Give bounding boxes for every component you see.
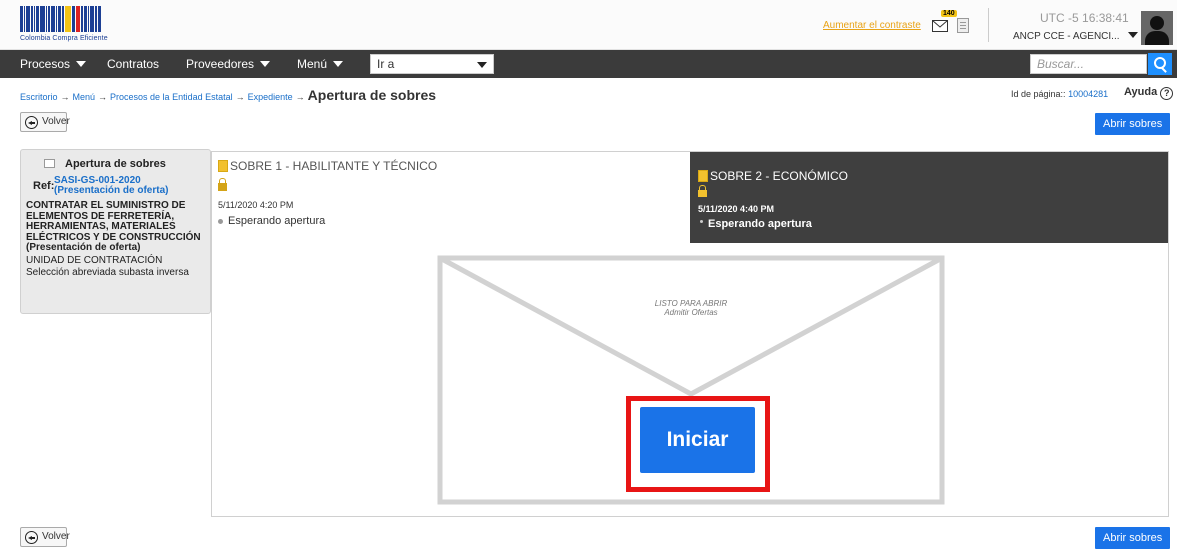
document-icon[interactable]: [957, 18, 969, 33]
timezone: UTC -5: [1040, 11, 1079, 25]
table-icon: [44, 159, 55, 168]
status-dot-icon: [700, 220, 703, 223]
reference-row: Ref: SASI-GS-001-2020 (Presentación de of…: [25, 176, 206, 200]
back-label: Volver: [42, 531, 70, 542]
breadcrumb: Escritorio → Menú → Procesos de la Entidad E…: [20, 87, 436, 103]
nav-label: Contratos: [107, 57, 160, 71]
info-title: Apertura de sobres: [25, 158, 206, 172]
process-modality: Selección abreviada subasta inversa: [26, 266, 189, 278]
breadcrumb-escritorio[interactable]: Escritorio: [20, 92, 58, 102]
arrow-left-circle-icon: [25, 531, 38, 544]
open-envelopes-button-top[interactable]: Abrir sobres: [1095, 113, 1171, 135]
nav-label: Menú: [297, 57, 328, 71]
search-icon[interactable]: [1148, 53, 1172, 75]
nav-proveedores[interactable]: Proveedores: [186, 57, 271, 71]
chevron-down-icon: [260, 61, 271, 67]
admit-offers-label: Admitir Ofertas: [664, 308, 718, 317]
arrow-right-icon: →: [235, 92, 245, 102]
breadcrumb-expediente[interactable]: Expediente: [248, 92, 293, 102]
envelope-icon: [218, 160, 228, 172]
page-id-value: 10004281: [1068, 89, 1109, 99]
nav-contratos[interactable]: Contratos: [107, 57, 159, 71]
sobre-1-status: Esperando apertura: [218, 215, 658, 227]
help-label: Ayuda: [1124, 86, 1158, 98]
clock: UTC -5 16:38:41: [1040, 11, 1129, 25]
chevron-down-icon: [477, 62, 487, 68]
agency-selector[interactable]: ANCP CCE - AGENCI...: [1013, 31, 1139, 42]
increase-contrast-link[interactable]: Aumentar el contraste: [823, 20, 921, 31]
goto-select[interactable]: Ir a: [370, 54, 494, 74]
goto-value: Ir a: [377, 57, 395, 71]
lock-icon: [218, 178, 227, 191]
agency-name: ANCP CCE - AGENCI...: [1013, 31, 1120, 42]
page-title: Apertura de sobres: [307, 87, 437, 103]
nav-menu[interactable]: Menú: [297, 57, 344, 71]
colombia-compra-logo[interactable]: Colombia Compra Eficiente: [20, 6, 122, 44]
logo-text: Colombia Compra Eficiente: [20, 35, 108, 42]
mail-count-badge: 140: [941, 10, 957, 17]
envelope-caption: LISTO PARA ABRIR Admitir Ofertas: [437, 299, 945, 317]
page-id: Id de página:: 10004281: [1011, 89, 1108, 99]
chevron-down-icon: [333, 61, 344, 67]
process-reference-link[interactable]: SASI-GS-001-2020 (Presentación de oferta): [54, 176, 168, 196]
ready-to-open-label: LISTO PARA ABRIR: [654, 299, 728, 308]
arrow-right-icon: →: [295, 92, 305, 102]
sobre-1-section: SOBRE 1 - HABILITANTE Y TÉCNICO 5/11/202…: [218, 159, 658, 249]
ref-label: Ref:: [33, 180, 55, 192]
sobre-2-section: SOBRE 2 - ECONÓMICO 5/11/2020 4:40 PM Es…: [690, 152, 1168, 243]
chevron-down-icon: [1128, 32, 1139, 38]
back-button-top[interactable]: Volver: [20, 112, 70, 132]
status-dot-icon: [218, 219, 223, 224]
sobre-2-title-text: SOBRE 2 - ECONÓMICO: [710, 169, 849, 183]
ref-subtitle: (Presentación de oferta): [54, 185, 169, 196]
envelope-icon: [698, 170, 708, 182]
sobre-1-date: 5/11/2020 4:20 PM: [218, 200, 294, 210]
arrow-right-icon: →: [98, 92, 108, 102]
time: 16:38:41: [1082, 11, 1129, 25]
sobre-2-status: Esperando apertura: [698, 218, 848, 230]
sobre-2-date: 5/11/2020 4:40 PM: [698, 204, 775, 214]
process-description: CONTRATAR EL SUMINISTRO DE ELEMENTOS DE …: [26, 200, 201, 253]
page-id-label: Id de página::: [1011, 89, 1066, 99]
sobre-1-title[interactable]: SOBRE 1 - HABILITANTE Y TÉCNICO: [218, 159, 658, 173]
sobre-2-status-text: Esperando apertura: [708, 218, 812, 230]
breadcrumb-procesos[interactable]: Procesos de la Entidad Estatal: [110, 92, 233, 102]
contracting-unit: UNIDAD DE CONTRATACIÓN: [26, 254, 163, 266]
help-button[interactable]: Ayuda?: [1124, 86, 1174, 100]
back-label: Volver: [42, 116, 70, 127]
sobre-1-status-text: Esperando apertura: [228, 215, 326, 227]
help-icon: ?: [1160, 87, 1174, 100]
chevron-down-icon: [76, 61, 87, 67]
mail-icon[interactable]: 140: [932, 10, 957, 34]
arrow-right-icon: →: [60, 92, 70, 102]
open-envelopes-button-bottom[interactable]: Abrir sobres: [1095, 527, 1171, 549]
info-title-text: Apertura de sobres: [65, 158, 166, 170]
sobre-2-title[interactable]: SOBRE 2 - ECONÓMICO: [698, 169, 848, 183]
start-button[interactable]: Iniciar: [640, 407, 755, 473]
search-input[interactable]: Buscar...: [1030, 54, 1147, 74]
process-info-panel: Apertura de sobres Ref: SASI-GS-001-2020…: [20, 149, 211, 314]
arrow-left-circle-icon: [25, 116, 38, 129]
nav-label: Procesos: [20, 57, 71, 71]
main-navbar: Procesos Contratos Proveedores Menú: [0, 50, 1177, 78]
sobre-1-title-text: SOBRE 1 - HABILITANTE Y TÉCNICO: [230, 159, 438, 173]
back-button-bottom[interactable]: Volver: [20, 527, 70, 547]
avatar[interactable]: [1141, 11, 1173, 45]
sobre-2-content: SOBRE 2 - ECONÓMICO 5/11/2020 4:40 PM Es…: [698, 169, 848, 230]
nav-label: Proveedores: [186, 57, 255, 71]
breadcrumb-menu[interactable]: Menú: [73, 92, 96, 102]
top-header: Colombia Compra Eficiente Aumentar el co…: [0, 0, 1177, 50]
header-divider: [988, 8, 989, 42]
logo-barcode: [20, 6, 122, 32]
lock-icon: [698, 185, 707, 197]
nav-procesos[interactable]: Procesos: [20, 57, 87, 71]
